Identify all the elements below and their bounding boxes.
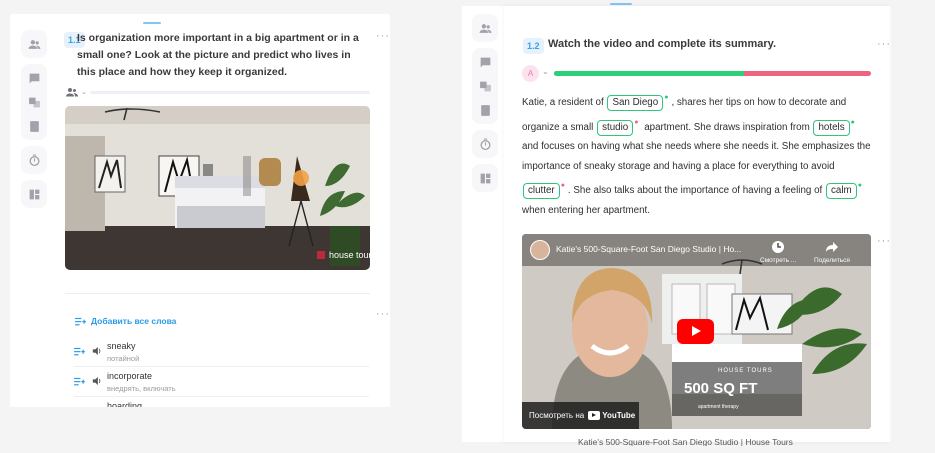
progress-correct-fill: [554, 71, 745, 76]
chat-icon[interactable]: [475, 52, 495, 72]
word-translation: внедрять, включать: [107, 384, 176, 393]
answer-gap[interactable]: clutter: [523, 183, 560, 200]
divider: [74, 396, 369, 397]
play-icon[interactable]: [677, 319, 714, 344]
task-number-badge: 1.2: [523, 38, 544, 54]
translate-icon[interactable]: [24, 92, 44, 112]
summary-segment: when entering her apartment.: [522, 204, 650, 216]
speaker-icon[interactable]: [92, 346, 102, 356]
correct-mark-icon: ●: [664, 94, 669, 101]
correct-mark-icon: ●: [857, 182, 862, 190]
brand-size: 500 SQ FT: [684, 380, 758, 397]
video-title[interactable]: Katie's 500-Square-Foot San Diego Studio…: [556, 244, 741, 254]
watch-on-youtube-button[interactable]: Посмотреть на YouTube: [522, 402, 639, 429]
share-label: Поделиться: [814, 257, 850, 264]
list-item: hoarding: [74, 398, 364, 407]
users-track: [90, 91, 370, 94]
bedroom-photo: house tours: [65, 106, 370, 270]
summary-segment: Katie, a resident of: [522, 97, 604, 108]
layout-icon[interactable]: [475, 168, 495, 188]
chat-icon[interactable]: [24, 68, 44, 88]
answer-gap[interactable]: San Diego: [607, 95, 664, 111]
users-icon[interactable]: [475, 18, 495, 38]
share-button[interactable]: Поделиться: [814, 240, 850, 264]
channel-avatar[interactable]: [530, 240, 550, 260]
brand-subtitle: apartment therapy: [698, 404, 739, 410]
right-toolbar: [472, 14, 498, 198]
clock-icon: [772, 241, 785, 253]
more-options-icon[interactable]: ···: [877, 236, 891, 247]
notes-icon[interactable]: [475, 100, 495, 120]
answer-gap[interactable]: calm: [826, 183, 857, 200]
summary-segment: and focuses on having what she needs whe…: [522, 141, 871, 172]
watch-later-label: Смотреть ...: [760, 257, 797, 264]
users-icon: [66, 88, 78, 97]
tab-indicator: [143, 22, 161, 24]
divider: [74, 366, 369, 367]
tab-indicator: [610, 3, 632, 5]
translate-icon[interactable]: [475, 76, 495, 96]
summary-segment: . She also talks about the importance of…: [567, 185, 823, 197]
users-icon[interactable]: [24, 34, 44, 54]
watch-later-button[interactable]: Смотреть ...: [760, 240, 796, 264]
brand-label: HOUSE TOURS: [718, 368, 773, 374]
youtube-wordmark: YouTube: [602, 411, 636, 420]
list-item: sneaky потайной: [74, 338, 364, 366]
chevron-down-icon[interactable]: ⌄: [542, 67, 549, 76]
summary-text: Katie, a resident of San Diego ●, shares …: [522, 88, 874, 221]
vocabulary-card: Добавить все слова sneaky потайной incor…: [65, 307, 370, 417]
incorrect-mark-icon: ●: [560, 182, 565, 190]
timer-icon[interactable]: [475, 134, 495, 154]
add-all-words-label: Добавить все слова: [91, 316, 177, 326]
timer-icon[interactable]: [24, 150, 44, 170]
more-options-icon[interactable]: ···: [376, 309, 390, 320]
share-icon: [825, 242, 838, 252]
task-question: Is organization more important in a big …: [77, 32, 359, 78]
photo-watermark: house tours: [329, 250, 370, 260]
correct-mark-icon: ●: [850, 118, 855, 126]
answer-gap[interactable]: studio: [597, 119, 634, 136]
incorrect-mark-icon: ●: [634, 118, 639, 126]
word-text: incorporate: [107, 371, 153, 381]
layout-icon[interactable]: [24, 184, 44, 204]
video-caption: Katie's 500-Square-Foot San Diego Studio…: [578, 437, 793, 446]
speaker-icon[interactable]: [92, 376, 102, 386]
playlist-add-icon[interactable]: [74, 347, 85, 356]
word-text: sneaky: [107, 341, 136, 351]
word-translation: потайной: [107, 354, 140, 363]
more-options-icon[interactable]: ···: [877, 39, 891, 50]
answer-gap[interactable]: hotels: [813, 119, 850, 136]
more-options-icon[interactable]: ···: [376, 31, 390, 42]
task-title: Watch the video and complete its summary…: [548, 38, 776, 50]
list-item: incorporate внедрять, включать: [74, 368, 364, 396]
answer-progress-bar: [554, 71, 871, 76]
group-selector[interactable]: ⌄: [66, 87, 87, 97]
add-all-words-button[interactable]: Добавить все слова: [75, 316, 176, 326]
chevron-down-icon: ⌄: [81, 89, 87, 96]
youtube-icon: [588, 411, 601, 420]
watch-on-label: Посмотреть на: [529, 411, 585, 420]
notes-icon[interactable]: [24, 116, 44, 136]
video-player[interactable]: Katie's 500-Square-Foot San Diego Studio…: [522, 234, 871, 429]
avatar[interactable]: A: [522, 65, 539, 82]
summary-segment: apartment. She draws inspiration from: [644, 121, 810, 133]
left-toolbar: [21, 30, 47, 214]
youtube-logo: YouTube: [588, 411, 635, 420]
playlist-add-icon: [75, 317, 86, 325]
divider: [65, 293, 370, 294]
playlist-add-icon[interactable]: [74, 377, 85, 386]
word-text: hoarding: [107, 401, 143, 407]
